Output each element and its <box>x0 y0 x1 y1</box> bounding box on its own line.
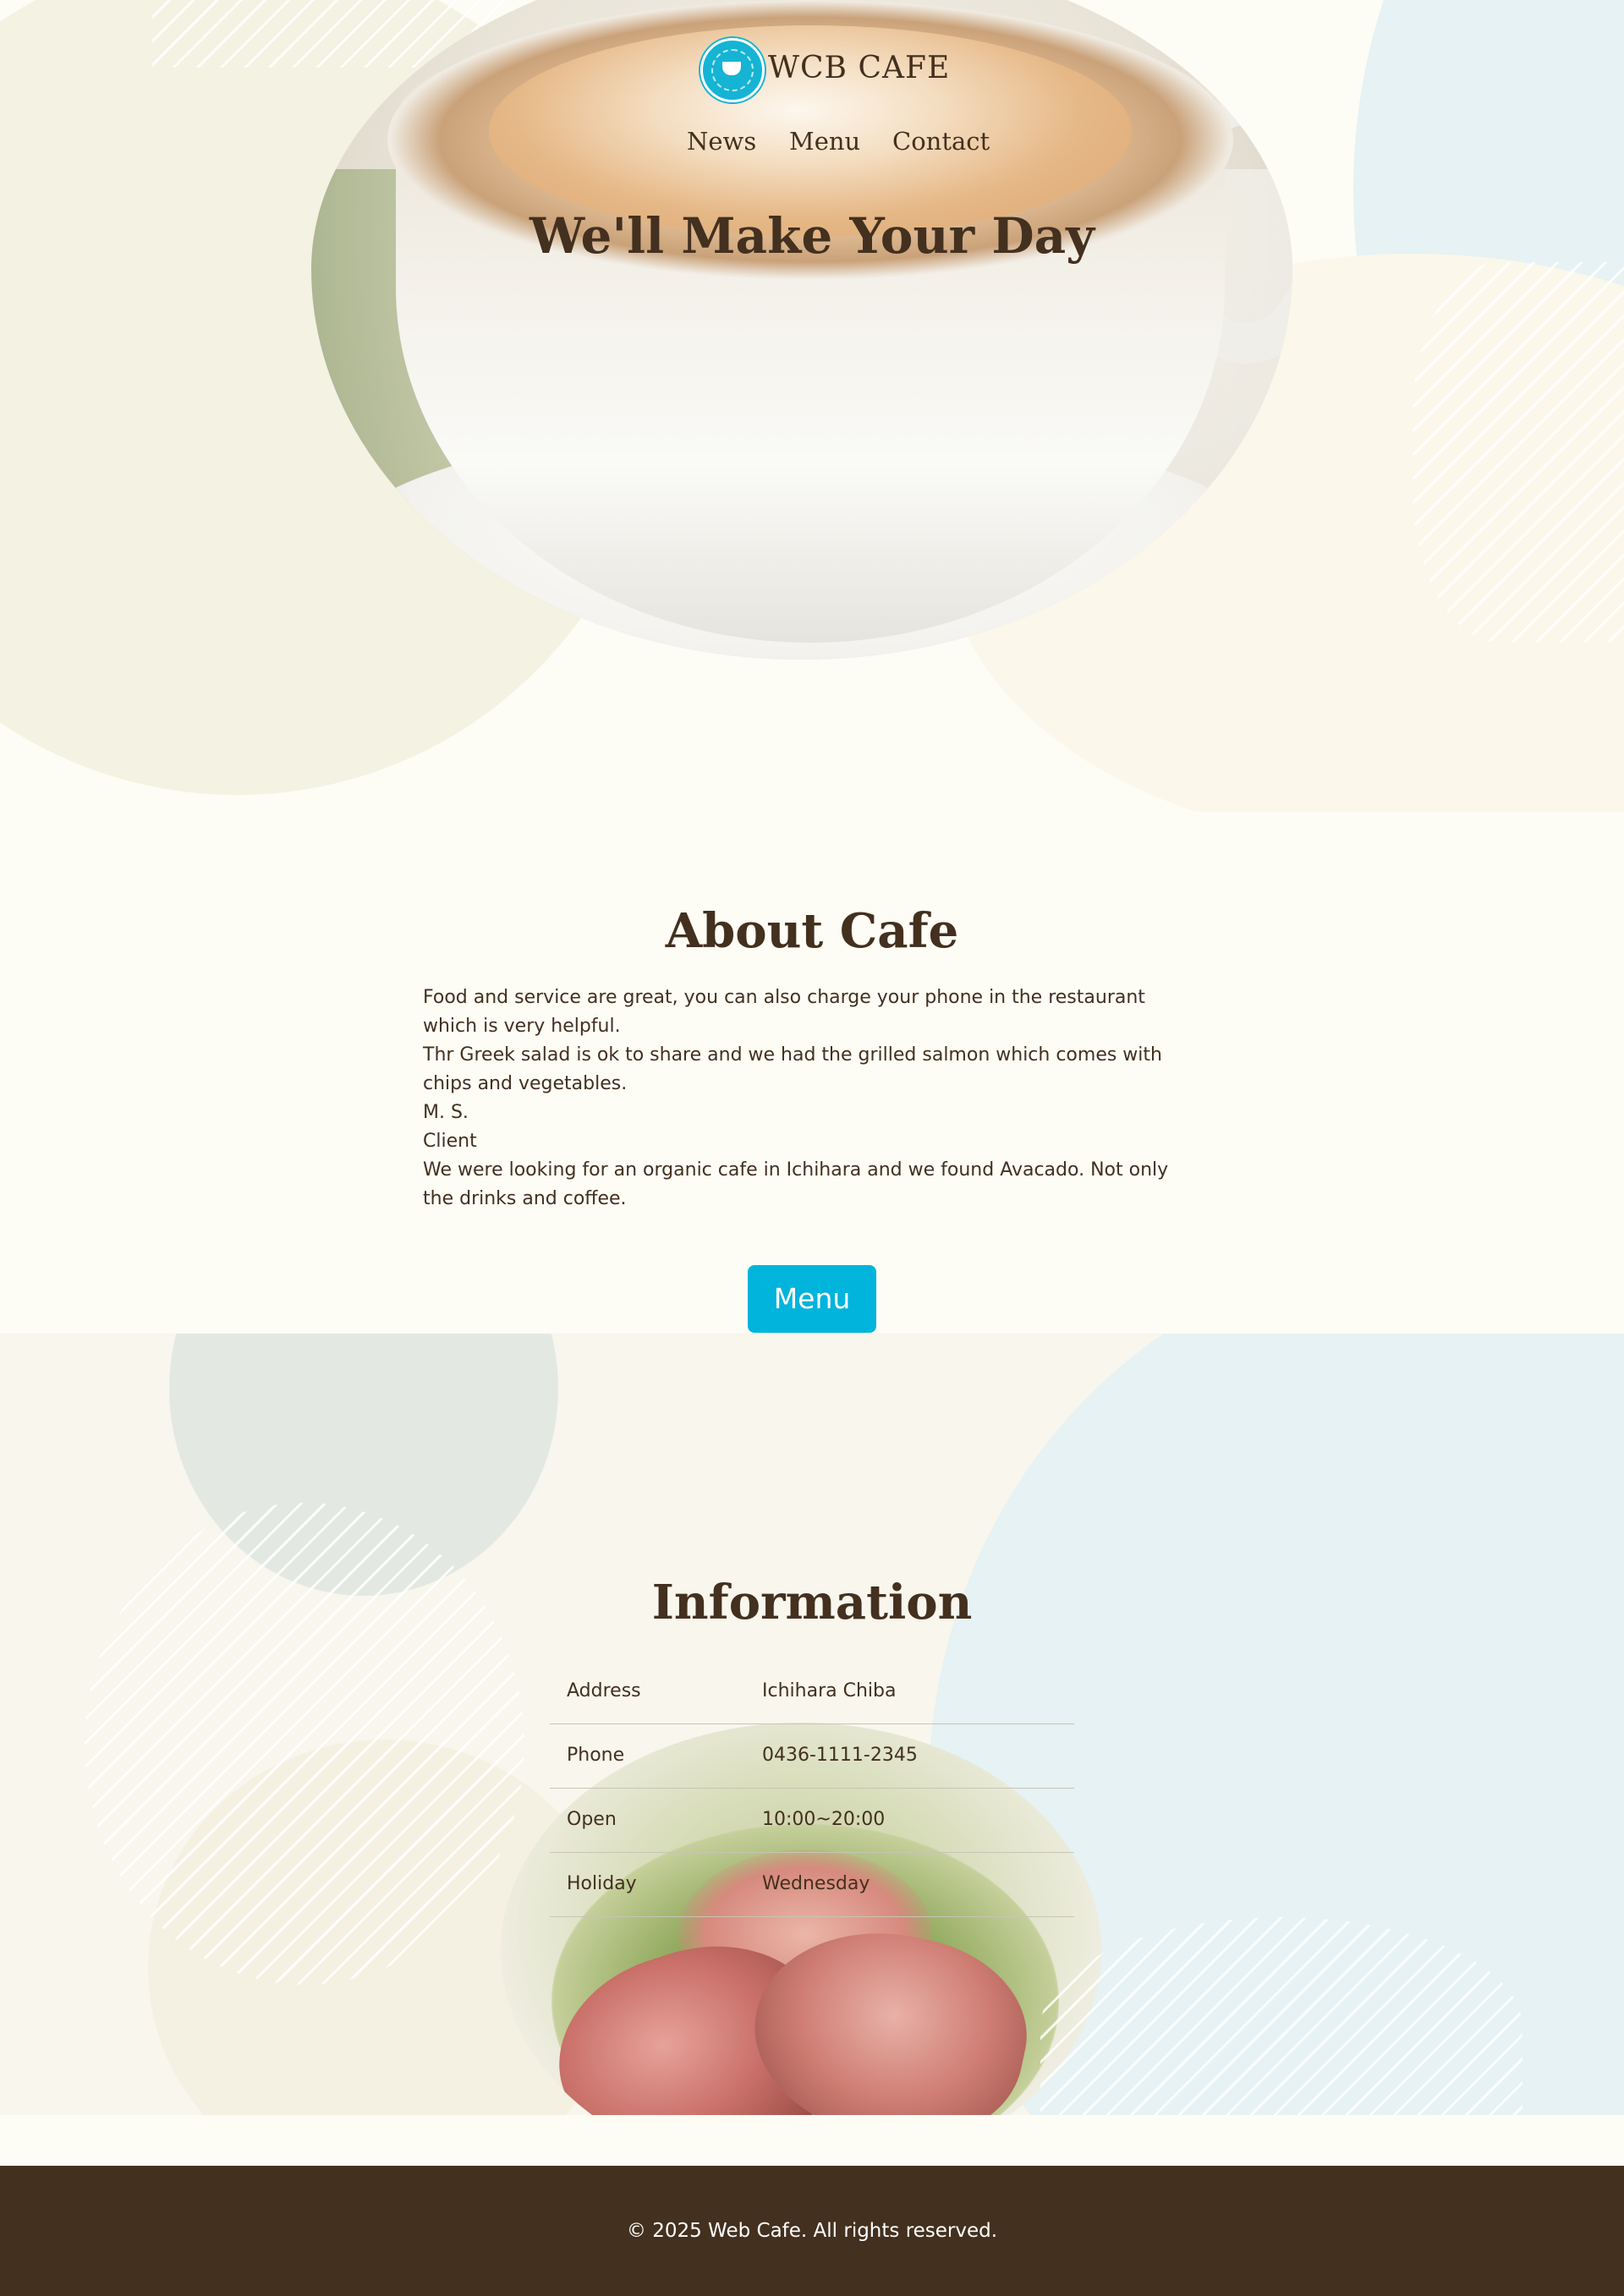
nav-item-news[interactable]: News <box>687 127 756 156</box>
row-label: Phone <box>567 1745 625 1766</box>
information-title: Information <box>651 1575 973 1630</box>
row-label: Address <box>567 1680 641 1701</box>
hero-section: WCB CAFE News Menu Contact We'll Make Yo… <box>0 0 1624 812</box>
cafe-logo-icon[interactable] <box>700 38 765 102</box>
about-line: M. S. <box>423 1102 469 1123</box>
hatch-pattern <box>1413 262 1624 643</box>
row-value: 0436-1111-2345 <box>762 1745 918 1766</box>
site-name[interactable]: WCB CAFE <box>768 51 950 85</box>
row-label: Holiday <box>567 1873 637 1894</box>
table-row: Phone 0436-1111-2345 <box>550 1724 1074 1789</box>
table-row: Holiday Wednesday <box>550 1853 1074 1917</box>
about-line: Client <box>423 1131 477 1152</box>
about-line: Thr Greek salad is ok to share and we ha… <box>423 1044 1162 1066</box>
row-value: 10:00~20:00 <box>762 1809 886 1830</box>
nav-item-menu[interactable]: Menu <box>789 127 860 156</box>
about-title: About Cafe <box>665 903 959 959</box>
nav-item-contact[interactable]: Contact <box>892 127 990 156</box>
table-row: Address Ichihara Chiba <box>550 1660 1074 1724</box>
about-line: Food and service are great, you can also… <box>423 987 1145 1008</box>
about-line: which is very helpful. <box>423 1016 621 1037</box>
copyright-text: © 2025 Web Cafe. All rights reserved. <box>626 2220 998 2242</box>
row-value: Wednesday <box>762 1873 870 1894</box>
menu-button[interactable]: Menu <box>748 1265 876 1333</box>
hero-coffee-image <box>311 0 1292 660</box>
row-label: Open <box>567 1809 617 1830</box>
about-text: Food and service are great, you can also… <box>423 984 1184 1214</box>
about-line: the drinks and coffee. <box>423 1188 627 1209</box>
hero-title: We'll Make Your Day <box>529 207 1095 265</box>
about-line: We were looking for an organic cafe in I… <box>423 1159 1169 1181</box>
about-line: chips and vegetables. <box>423 1073 628 1094</box>
table-row: Open 10:00~20:00 <box>550 1789 1074 1853</box>
row-value: Ichihara Chiba <box>762 1680 897 1701</box>
information-table: Address Ichihara Chiba Phone 0436-1111-2… <box>550 1660 1074 1917</box>
